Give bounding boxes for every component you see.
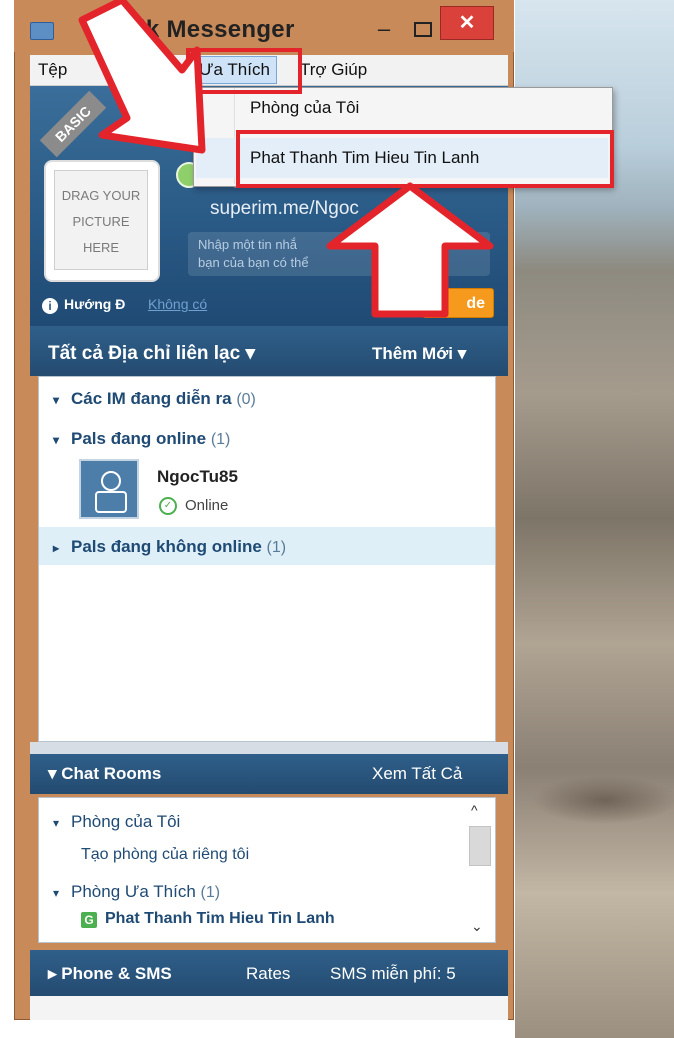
group-label: Pals đang không online — [71, 537, 262, 556]
group-active-ims[interactable]: ▾ Các IM đang diễn ra (0) — [53, 389, 256, 409]
group-count: (1) — [210, 431, 231, 448]
collapse-icon: ▾ — [53, 433, 60, 447]
create-room-link[interactable]: Tạo phòng của riêng tôi — [81, 846, 249, 864]
maximize-button[interactable] — [410, 14, 436, 44]
user-icon-head — [101, 471, 121, 491]
contact-name[interactable]: NgocTu85 — [157, 467, 238, 487]
contact-list: ▾ Các IM đang diễn ra (0) ▾ Pals đang onli… — [38, 376, 496, 742]
contact-avatar[interactable] — [79, 459, 139, 519]
avatar-placeholder-line: HERE — [82, 240, 120, 255]
red-arrow-down-right-icon — [78, 0, 206, 154]
group-online[interactable]: ▾ Pals đang online (1) — [53, 429, 230, 449]
app-icon — [30, 22, 54, 40]
room-group-label: Phòng Ưa Thích — [71, 882, 196, 901]
avatar-dropzone[interactable]: DRAG YOUR PICTURE HERE — [44, 160, 160, 282]
group-count: (0) — [236, 391, 256, 408]
red-arrow-up-icon — [326, 182, 494, 318]
group-label: Các IM đang diễn ra — [71, 389, 232, 408]
free-sms-count: SMS miễn phí: 5 — [330, 964, 456, 983]
see-all-link[interactable]: Xem Tất Cả — [372, 764, 462, 784]
scroll-thumb[interactable] — [469, 826, 491, 866]
rates-link[interactable]: Rates — [246, 964, 290, 984]
close-button[interactable]: ✕ — [440, 6, 494, 40]
room-group-mine[interactable]: ▾ Phòng của Tôi — [53, 812, 180, 832]
maximize-icon — [414, 22, 432, 37]
collapse-icon: ▾ — [53, 393, 60, 407]
phone-sms-toggle[interactable]: ▸ Phone & SMS — [48, 964, 172, 984]
chevron-down-icon: ▾ — [457, 344, 467, 363]
collapse-icon: ▾ — [53, 886, 60, 900]
expand-icon: ▸ — [48, 964, 62, 983]
online-check-icon: ✓ — [159, 497, 177, 515]
add-new-label: Thêm Mới — [372, 344, 454, 363]
user-icon-body — [95, 491, 127, 513]
favorite-room-item[interactable]: Phat Thanh Tim Hieu Tin Lanh — [105, 910, 335, 928]
scroll-up-icon[interactable]: ^ — [471, 802, 478, 818]
guide-link[interactable]: Không có — [148, 296, 207, 312]
contacts-title-dropdown[interactable]: Tất cả Địa chỉ liên lạc ▾ — [48, 342, 255, 365]
status-strip — [30, 996, 508, 1020]
room-group-favorites[interactable]: ▾ Phòng Ưa Thích (1) — [53, 882, 220, 902]
group-offline-row[interactable]: ▸ Pals đang không online (1) — [39, 527, 495, 565]
room-group-count: (1) — [200, 884, 221, 901]
group-label: Pals đang online — [71, 429, 207, 448]
menu-help[interactable]: Trợ Giúp — [300, 55, 367, 85]
room-category-icon: G — [81, 912, 97, 928]
contacts-title: Tất cả Địa chỉ liên lạc — [48, 343, 241, 364]
phone-sms-label: Phone & SMS — [61, 964, 172, 983]
expand-icon: ▸ — [53, 541, 60, 555]
avatar-placeholder-line: PICTURE — [72, 214, 130, 229]
guide-label: Hướng Đ — [64, 296, 126, 312]
minimize-button[interactable]: – — [362, 14, 406, 44]
chatrooms-scrollbar[interactable]: ^ ⌄ — [467, 800, 491, 940]
collapse-icon: ▾ — [53, 816, 60, 830]
avatar-placeholder-line: DRAG YOUR — [61, 188, 141, 203]
contact-status: Online — [185, 497, 229, 514]
chatrooms-title-label: Chat Rooms — [61, 764, 162, 783]
collapse-icon: ▾ — [48, 764, 62, 783]
avatar-placeholder: DRAG YOUR PICTURE HERE — [54, 170, 148, 270]
scroll-down-icon[interactable]: ⌄ — [471, 918, 483, 935]
menu-item-my-rooms[interactable]: Phòng của Tôi — [250, 98, 359, 118]
chevron-down-icon: ▾ — [245, 343, 256, 364]
group-offline[interactable]: ▸ Pals đang không online (1) — [53, 537, 286, 557]
chatrooms-list: ▾ Phòng của Tôi Tạo phòng của riêng tôi ▾… — [38, 797, 496, 943]
room-group-label: Phòng của Tôi — [71, 812, 181, 831]
chatrooms-title[interactable]: ▾ Chat Rooms — [48, 764, 161, 784]
panel-splitter[interactable] — [30, 742, 508, 754]
group-count: (1) — [266, 539, 287, 556]
add-new-dropdown[interactable]: Thêm Mới ▾ — [372, 344, 466, 364]
info-icon: i — [42, 298, 58, 314]
